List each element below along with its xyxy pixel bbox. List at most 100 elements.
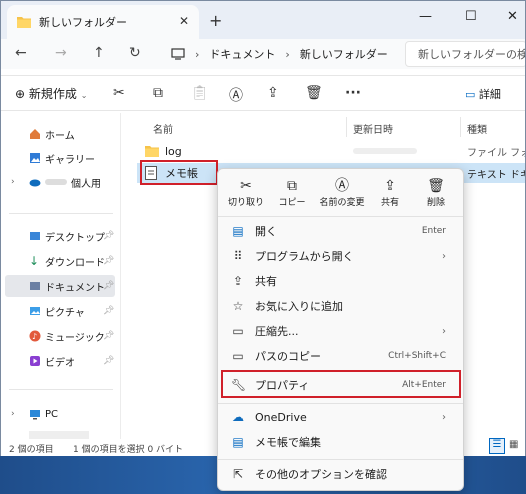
close-window-button[interactable]: ✕ <box>507 9 518 24</box>
menu-item-open-with[interactable]: ⠿ プログラムから開く › <box>222 244 460 268</box>
menu-item-share[interactable]: ⇪ 共有 <box>222 269 460 293</box>
menu-item-open[interactable]: ▤ 開く Enter <box>222 219 460 243</box>
document-icon <box>30 282 40 290</box>
copy-icon: ⧉ <box>287 178 297 194</box>
sidebar-item-documents[interactable]: ドキュメント 📌︎ <box>5 275 115 297</box>
folder-icon <box>17 17 31 28</box>
chevron-right-icon: › <box>442 250 446 262</box>
menu-item-compress[interactable]: ▭ 圧縮先... › <box>222 319 460 343</box>
refresh-icon[interactable]: ↻ <box>129 45 141 61</box>
tab-new-folder[interactable]: 新しいフォルダー ✕ <box>7 5 199 39</box>
menu-item-more-options[interactable]: ⇱ その他のオプションを確認 <box>222 462 460 486</box>
menu-item-label: 共有 <box>255 275 277 288</box>
breadcrumb-documents[interactable]: ドキュメント <box>209 46 275 62</box>
sidebar-item-videos[interactable]: ビデオ 📌︎ <box>1 350 119 372</box>
rename-icon: Ⓐ <box>335 178 349 194</box>
open-with-icon: ⠿ <box>233 249 243 263</box>
highlight-file <box>140 160 218 185</box>
notepad-icon: ▤ <box>232 224 244 238</box>
sidebar-item-label: ホーム <box>45 130 75 142</box>
file-type: ファイル フォルダー <box>467 147 525 159</box>
tab-close-icon[interactable]: ✕ <box>179 14 189 28</box>
sidebar-item-downloads[interactable]: ↓ ダウンロード 📌︎ <box>1 250 119 272</box>
cut-icon: ✂ <box>240 178 252 194</box>
sidebar-item-label: ミュージック <box>45 332 105 344</box>
pin-icon: 📌︎ <box>103 306 115 316</box>
copy-label: コピー <box>278 198 306 208</box>
shortcut: Ctrl+Shift+C <box>388 351 446 361</box>
chevron-right-icon: › <box>442 411 446 423</box>
file-name: log <box>165 144 182 158</box>
new-tab-button[interactable]: + <box>209 11 222 30</box>
new-button[interactable]: ⊕ 新規作成 ⌄ <box>15 85 87 102</box>
share-icon: ⇪ <box>232 274 244 288</box>
paste-icon[interactable]: 📋︎ <box>191 85 209 101</box>
tiles-view-icon[interactable]: ▦ <box>509 439 518 450</box>
new-button-label: 新規作成 <box>28 87 77 101</box>
table-row[interactable]: log ファイル フォルダー <box>137 141 525 161</box>
pin-icon: 📌︎ <box>103 356 115 366</box>
copy-icon[interactable]: ⧉ <box>153 85 163 101</box>
more-options-icon: ⇱ <box>232 467 244 481</box>
maximize-button[interactable]: ☐ <box>465 9 477 24</box>
rename-icon[interactable]: Ⓐ <box>229 85 243 105</box>
back-arrow-icon[interactable]: ← <box>15 45 27 61</box>
pictures-icon <box>30 307 40 315</box>
column-header-name[interactable]: 名前 <box>153 121 173 136</box>
rename-button[interactable]: Ⓐ 名前の変更 <box>314 177 370 213</box>
chevron-down-icon: ⌄ <box>80 91 88 100</box>
sidebar-item-label: 個人用 <box>71 178 101 190</box>
chevron-right-icon: › <box>11 409 15 419</box>
minimize-button[interactable]: — <box>419 9 432 24</box>
sidebar-item-onedrive[interactable]: › 個人用 <box>1 171 119 193</box>
delete-icon: 🗑︎ <box>427 178 445 194</box>
menu-item-label: プログラムから開く <box>255 250 354 263</box>
highlight-properties <box>221 370 461 398</box>
column-header-type[interactable]: 種類 <box>467 121 487 136</box>
up-arrow-icon[interactable]: ↑ <box>93 45 105 61</box>
sidebar-item-desktop[interactable]: デスクトップ 📌︎ <box>1 225 119 247</box>
menu-item-label: パスのコピー <box>255 350 321 363</box>
menu-separator <box>218 403 463 404</box>
copy-button[interactable]: ⧉ コピー <box>270 177 314 213</box>
navigation-bar: ← → ↑ ↻ › ドキュメント › 新しいフォルダー 新しいフォルダーの検索 <box>1 39 525 69</box>
address-bar[interactable]: › ドキュメント › 新しいフォルダー <box>161 41 397 67</box>
menu-item-onedrive[interactable]: ☁ OneDrive › <box>222 405 460 429</box>
menu-item-label: メモ帳で編集 <box>255 436 321 449</box>
details-view-icon[interactable]: ☰ <box>489 438 505 454</box>
menu-item-copy-path[interactable]: ▭ パスのコピー Ctrl+Shift+C <box>222 344 460 368</box>
cloud-icon <box>29 179 41 187</box>
shortcut: Enter <box>421 226 446 236</box>
partially-hidden-item <box>29 431 89 439</box>
share-icon[interactable]: ⇪ <box>267 85 279 101</box>
details-button[interactable]: ▭ 詳細 <box>465 86 501 102</box>
breadcrumb-new-folder[interactable]: 新しいフォルダー <box>300 46 388 62</box>
cut-button[interactable]: ✂ 切り取り <box>224 177 268 213</box>
share-button[interactable]: ⇪ 共有 <box>368 177 412 213</box>
sidebar-item-gallery[interactable]: ギャラリー <box>1 147 119 169</box>
divider <box>9 389 113 390</box>
delete-icon[interactable]: 🗑︎ <box>305 85 323 101</box>
pin-icon: 📌︎ <box>103 231 115 241</box>
delete-button[interactable]: 🗑︎ 削除 <box>414 177 458 213</box>
sidebar-item-music[interactable]: ♪ ミュージック 📌︎ <box>1 325 119 347</box>
menu-item-edit-notepad[interactable]: ▤ メモ帳で編集 <box>222 430 460 454</box>
sidebar-item-home[interactable]: ホーム <box>1 123 119 145</box>
menu-item-label: その他のオプションを確認 <box>255 468 387 481</box>
desktop-icon <box>30 232 40 240</box>
pc-icon <box>30 410 40 420</box>
pc-icon <box>171 48 185 60</box>
column-header-modified[interactable]: 更新日時 <box>353 121 393 136</box>
cut-icon[interactable]: ✂ <box>113 85 125 101</box>
chevron-right-icon: › <box>442 325 446 337</box>
forward-arrow-icon[interactable]: → <box>55 45 67 61</box>
menu-item-add-favorites[interactable]: ☆ お気に入りに追加 <box>222 294 460 318</box>
search-input[interactable]: 新しいフォルダーの検索 <box>405 41 525 67</box>
item-count: 2 個の項目 <box>9 445 54 455</box>
sidebar-item-pc[interactable]: › PC <box>1 403 119 425</box>
menu-item-label: OneDrive <box>255 410 307 424</box>
blurred-date <box>353 148 417 154</box>
sidebar-item-pictures[interactable]: ピクチャ 📌︎ <box>1 300 119 322</box>
pin-icon: 📌︎ <box>103 331 115 341</box>
more-options-icon[interactable]: ··· <box>345 85 361 101</box>
